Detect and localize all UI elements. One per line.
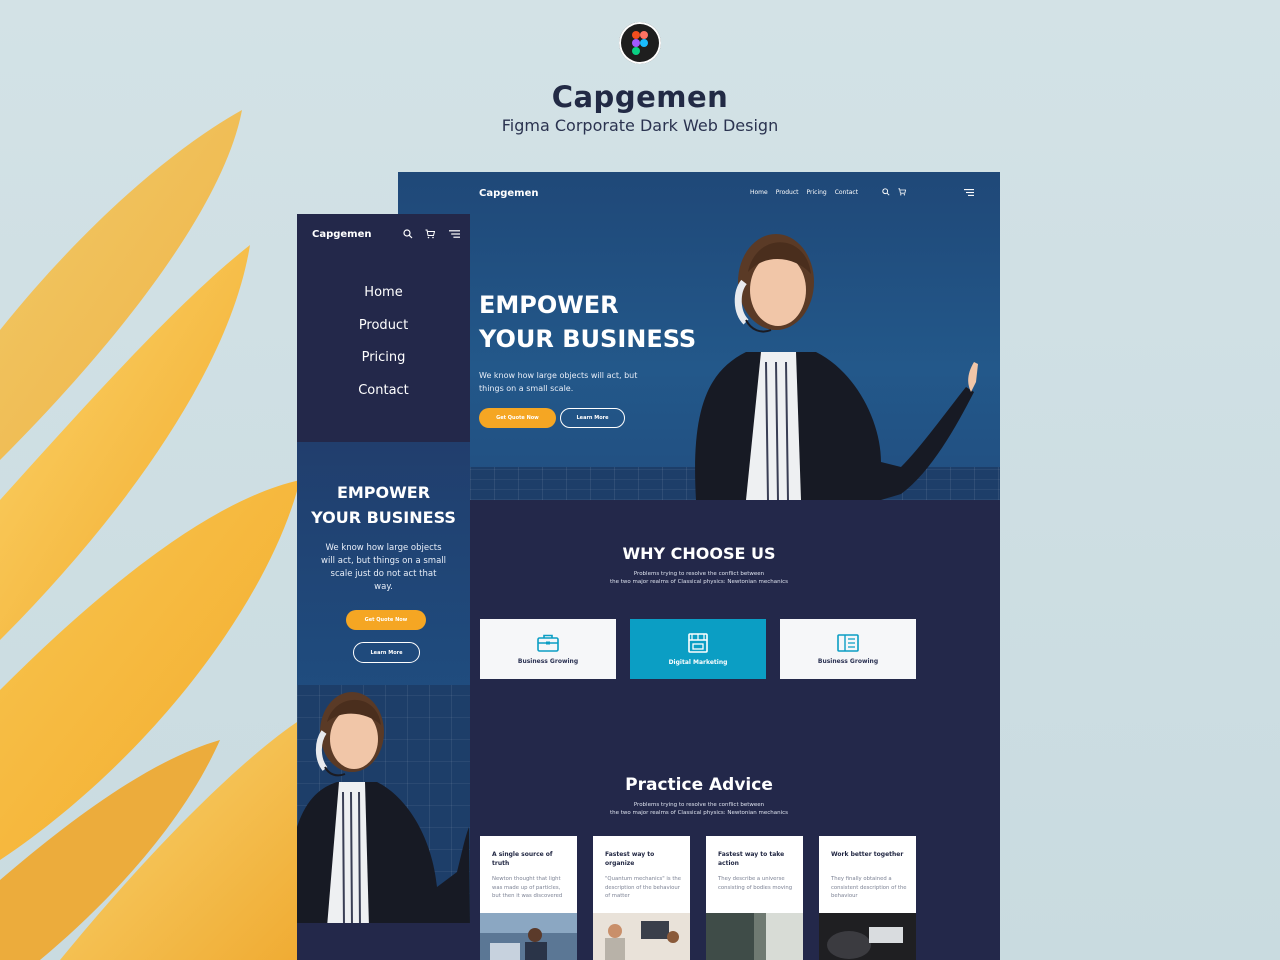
desktop-mockup: Capgemen Home Product Pricing Contact EM… [398, 172, 1000, 960]
nav-pricing[interactable]: Pricing [807, 189, 827, 196]
why-choose-title: WHY CHOOSE US [622, 544, 776, 563]
figma-logo-icon [619, 22, 661, 64]
advice-card[interactable]: A single source of truth Newton thought … [480, 836, 577, 960]
advice-card-text: Newton thought that light was made up of… [492, 876, 563, 899]
advice-card-title: Fastest way to take action [718, 851, 785, 867]
mobile-get-quote-button[interactable]: Get Quote Now [346, 610, 426, 630]
nav-contact[interactable]: Contact [835, 189, 858, 196]
showcase-title: Capgemen [551, 80, 729, 114]
advice-card-text: They finally obtained a consistent descr… [831, 876, 907, 899]
mobile-hero-description: We know how large objects will act, but … [321, 543, 447, 592]
desktop-hero: Capgemen Home Product Pricing Contact EM… [398, 172, 1000, 500]
advice-card[interactable]: Fastest way to take action They describe… [706, 836, 803, 960]
menu-icon[interactable] [964, 189, 974, 196]
advice-card[interactable]: Work better together They finally obtain… [819, 836, 916, 960]
feature-card-label: Digital Marketing [668, 658, 728, 666]
feature-card-label: Business Growing [817, 657, 879, 665]
advice-card-text: They describe a universe consisting of b… [718, 876, 793, 891]
advice-card-image [706, 913, 803, 960]
advice-card-text: "Quantum mechanics" is the description o… [605, 876, 682, 899]
desktop-nav: Home Product Pricing Contact [750, 189, 858, 196]
search-icon[interactable] [403, 229, 413, 239]
advice-card[interactable]: Fastest way to organize "Quantum mechani… [593, 836, 690, 960]
advice-card-title: Fastest way to organize [605, 851, 655, 867]
support-agent-photo [695, 234, 978, 500]
mobile-menu-pricing[interactable]: Pricing [362, 349, 406, 367]
advice-card-image [819, 913, 916, 960]
mobile-menu-home[interactable]: Home [364, 284, 402, 302]
mobile-footer [297, 923, 470, 960]
mobile-learn-more-button[interactable]: Learn More [353, 642, 420, 663]
mobile-support-agent-photo [297, 692, 470, 927]
get-quote-button[interactable]: Get Quote Now [479, 408, 556, 428]
advice-card-title: A single source of truth [492, 851, 553, 867]
mobile-menu-contact[interactable]: Contact [358, 382, 409, 400]
feature-card-business-growing[interactable]: Business Growing [480, 619, 616, 679]
advice-card-image [593, 913, 690, 960]
nav-product[interactable]: Product [776, 189, 799, 196]
hero-title: EMPOWER YOUR BUSINESS [479, 291, 697, 353]
search-icon[interactable] [882, 188, 890, 196]
learn-more-button[interactable]: Learn More [560, 408, 625, 428]
book-icon [837, 633, 859, 652]
mobile-hero: EMPOWER YOUR BUSINESS We know how large … [297, 442, 470, 960]
practice-advice-title: Practice Advice [625, 775, 773, 795]
hero-description: We know how large objects will act, but … [479, 371, 638, 393]
mobile-menu-product[interactable]: Product [359, 317, 408, 335]
showcase-subtitle: Figma Corporate Dark Web Design [501, 116, 779, 135]
advice-card-title: Work better together [831, 851, 904, 858]
storefront-icon [688, 632, 708, 653]
feature-card-digital-marketing[interactable]: Digital Marketing [630, 619, 766, 679]
practice-advice-subtitle: Problems trying to resolve the conflict … [609, 802, 789, 816]
briefcase-icon [537, 634, 559, 652]
mobile-menu: Home Product Pricing Contact [297, 284, 470, 399]
mobile-hero-title: EMPOWER YOUR BUSINESS [311, 483, 456, 527]
mobile-brand-logo[interactable]: Capgemen [312, 229, 372, 240]
mobile-mockup: Capgemen Home Product Pricing Contact EM… [297, 214, 470, 960]
menu-icon[interactable] [449, 230, 460, 238]
why-choose-subtitle: Problems trying to resolve the conflict … [609, 571, 789, 585]
cart-icon[interactable] [425, 229, 435, 239]
nav-home[interactable]: Home [750, 189, 768, 196]
feature-card-label: Business Growing [517, 657, 579, 665]
advice-card-image [480, 913, 577, 960]
desktop-brand-logo[interactable]: Capgemen [479, 188, 539, 199]
cart-icon[interactable] [898, 188, 906, 196]
feature-card-business-growing-2[interactable]: Business Growing [780, 619, 916, 679]
